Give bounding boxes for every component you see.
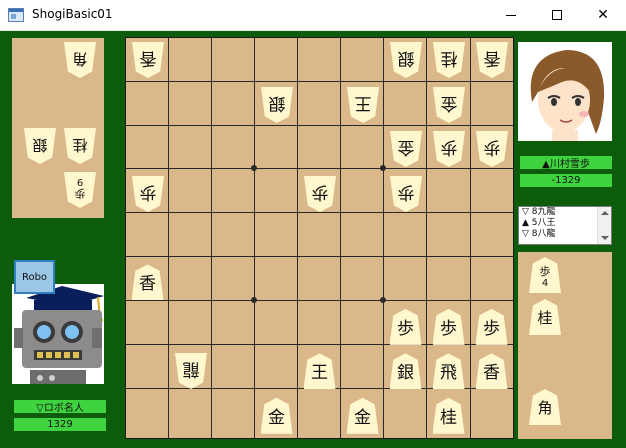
gote-piece[interactable]: 桂 [433, 42, 465, 78]
gote-hand-piece[interactable]: 銀 [24, 128, 56, 164]
sente-piece[interactable]: 歩 [475, 308, 508, 345]
move-list-scrollbar[interactable] [597, 207, 611, 244]
minimize-button[interactable] [488, 0, 534, 30]
grid-line [126, 125, 513, 126]
star-point [251, 165, 257, 171]
robot-portrait [12, 284, 104, 384]
grid-line [254, 38, 255, 438]
grid-line [126, 300, 513, 301]
sente-player-name: ▲川村雪歩 [520, 156, 612, 169]
grid-line [126, 81, 513, 82]
sente-piece[interactable]: 飛 [432, 353, 465, 390]
sente-piece[interactable]: 桂 [432, 397, 465, 434]
window-title: ShogiBasic01 [32, 7, 113, 21]
grid-line [470, 38, 471, 438]
gote-hand-piece[interactable]: 桂 [64, 128, 96, 164]
grid-line [126, 256, 513, 257]
hand-piece-kanji: 銀 [32, 136, 48, 154]
sente-piece[interactable]: 歩 [389, 308, 422, 345]
sente-piece[interactable]: 歩 [432, 308, 465, 345]
grid-line [126, 168, 513, 169]
gote-piece[interactable]: 龍 [175, 353, 207, 389]
maximize-button[interactable] [534, 0, 580, 30]
gote-piece[interactable]: 金 [390, 131, 422, 167]
gote-piece[interactable]: 歩 [304, 176, 336, 212]
sente-piece[interactable]: 金 [260, 397, 293, 434]
hand-piece-kanji: 桂 [72, 136, 88, 154]
gote-piece[interactable]: 歩 [390, 176, 422, 212]
star-point [380, 165, 386, 171]
sente-piece[interactable]: 金 [346, 397, 379, 434]
gote-piece[interactable]: 歩 [132, 176, 164, 212]
gote-hand-piece[interactable]: 角 [64, 42, 96, 78]
grid-line [426, 38, 427, 438]
sente-hand-piece[interactable]: 歩 4 [529, 257, 561, 293]
move-list[interactable]: ▽ 8九龍 ▲ 5八王 ▽ 8八龍 [518, 206, 612, 245]
grid-line [383, 38, 384, 438]
sente-piece[interactable]: 王 [303, 353, 336, 390]
gote-hand-panel[interactable]: 角 銀 桂 歩 9 [12, 38, 104, 218]
hand-piece-kanji: 桂 [537, 309, 553, 327]
app-form-icon[interactable] [8, 8, 24, 22]
girl-portrait [518, 42, 612, 141]
scroll-down-icon[interactable] [601, 236, 609, 240]
gote-player-name: ▽ロボ名人 [14, 400, 106, 413]
hand-piece-kanji: 歩 [74, 187, 86, 200]
hand-piece-kanji: 歩 [539, 265, 551, 278]
grid-line [168, 38, 169, 438]
maximize-icon [552, 10, 562, 20]
grid-line [340, 38, 341, 438]
grid-line [297, 38, 298, 438]
sente-piece[interactable]: 銀 [389, 353, 422, 390]
gote-piece[interactable]: 歩 [476, 131, 508, 167]
gote-piece[interactable]: 香 [476, 42, 508, 78]
gote-piece[interactable]: 王 [347, 87, 379, 123]
gote-piece[interactable]: 金 [433, 87, 465, 123]
sente-hand-panel[interactable]: 歩 4 桂 角 [518, 252, 612, 439]
title-bar[interactable]: ShogiBasic01 ✕ [0, 0, 626, 31]
hand-piece-count: 4 [541, 278, 549, 289]
grid-line [211, 38, 212, 438]
star-point [380, 297, 386, 303]
gote-piece[interactable]: 銀 [390, 42, 422, 78]
gote-piece[interactable]: 香 [132, 42, 164, 78]
robot-avatar-icon [12, 284, 104, 384]
gote-piece[interactable]: 銀 [261, 87, 293, 123]
hand-piece-kanji: 角 [537, 399, 553, 417]
girl-avatar-icon [518, 42, 612, 141]
sente-piece[interactable]: 香 [131, 264, 164, 301]
star-point [251, 297, 257, 303]
sente-piece[interactable]: 香 [475, 353, 508, 390]
shogi-board[interactable]: 香銀桂香銀王金金歩歩歩歩歩香歩歩歩龍王銀飛香金金桂 [125, 37, 514, 439]
close-icon: ✕ [597, 7, 609, 23]
grid-line [126, 212, 513, 213]
robo-button[interactable]: Robo [14, 260, 55, 294]
sente-player-score: -1329 [520, 174, 612, 187]
sente-hand-piece[interactable]: 桂 [529, 299, 561, 335]
sente-hand-piece[interactable]: 角 [529, 389, 561, 425]
minimize-icon [506, 14, 516, 16]
gote-piece[interactable]: 歩 [433, 131, 465, 167]
gote-player-score: 1329 [14, 418, 106, 431]
hand-piece-kanji: 角 [72, 50, 88, 68]
gote-hand-piece[interactable]: 歩 9 [64, 172, 96, 208]
close-button[interactable]: ✕ [580, 0, 626, 30]
hand-piece-count: 9 [76, 176, 84, 187]
client-area: 角 銀 桂 歩 9 Robo ▽ロボ名人 1329 香 銀 桂 香 銀 王 金 … [0, 31, 626, 448]
scroll-up-icon[interactable] [601, 211, 609, 215]
